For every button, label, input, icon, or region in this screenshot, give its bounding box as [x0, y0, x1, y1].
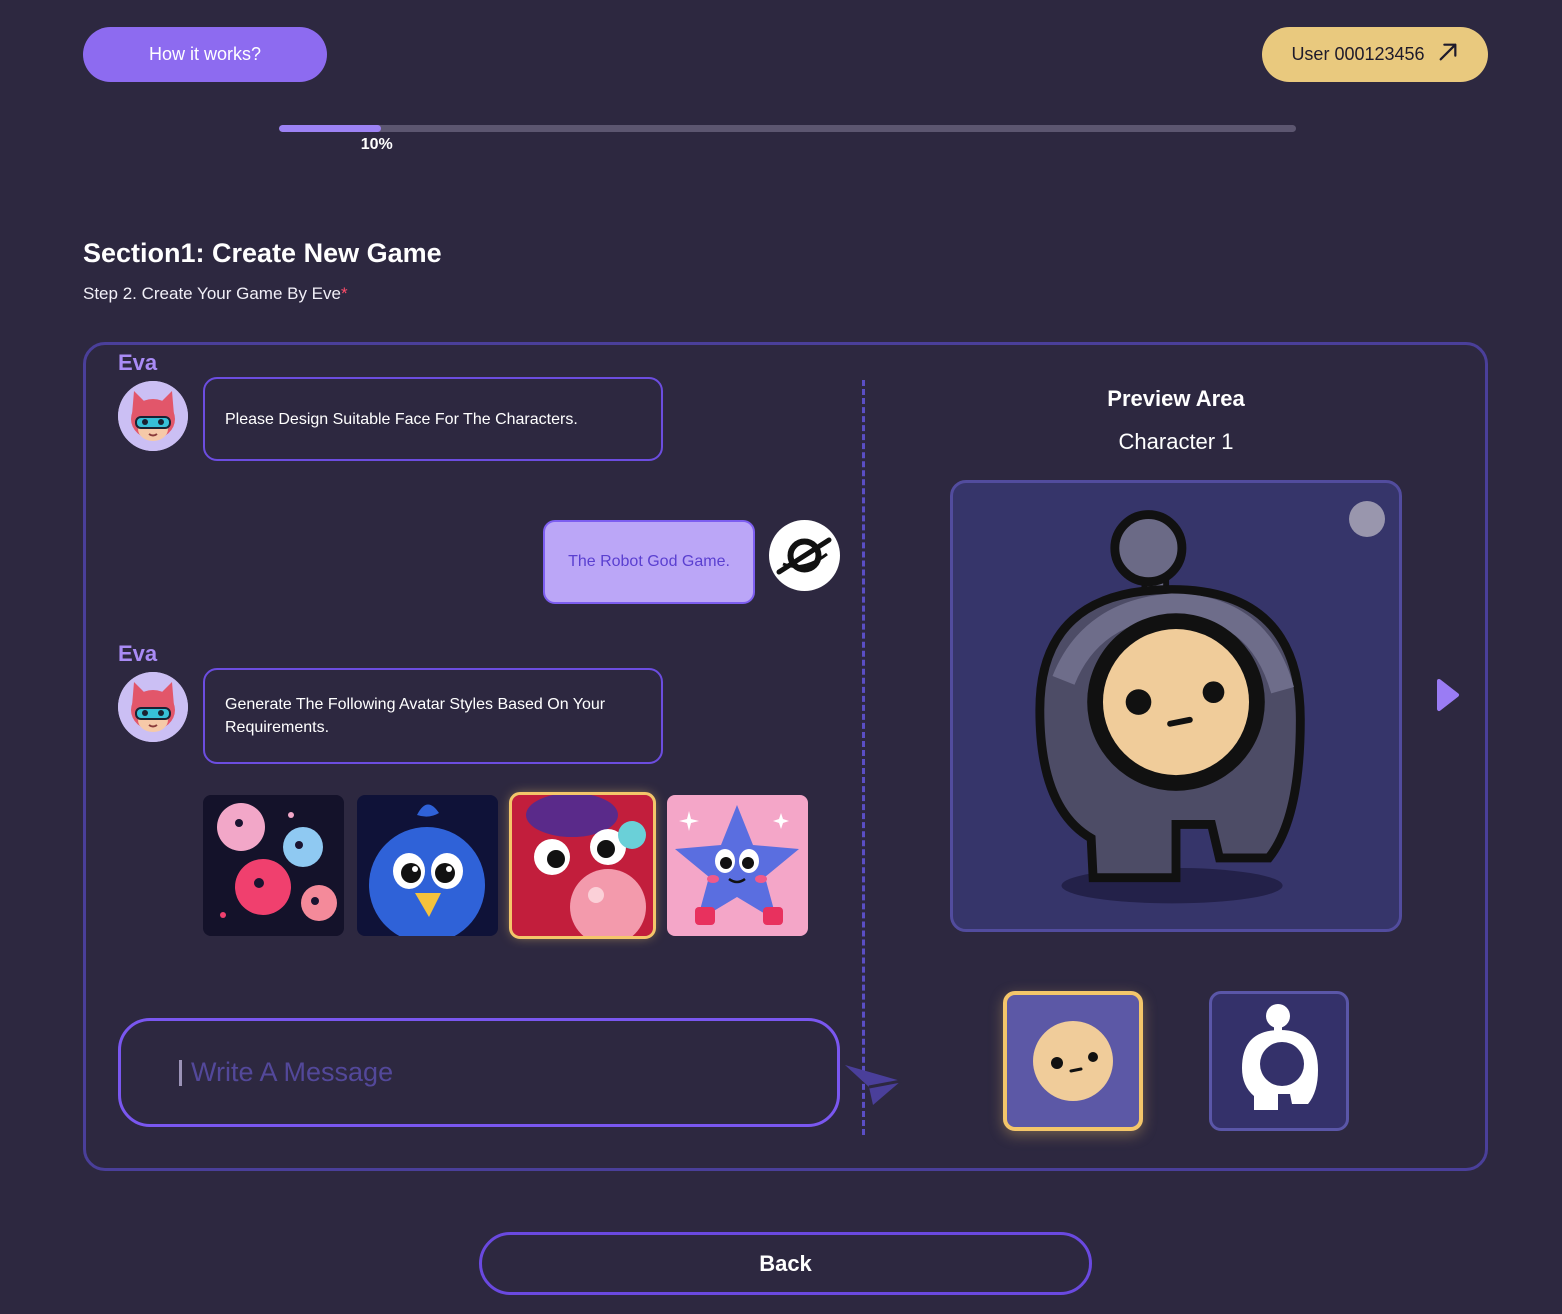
eva-sender-name: Eva	[118, 641, 158, 666]
message-input-box[interactable]	[118, 1018, 902, 1127]
user-message-bubble: The Robot God Game.	[543, 520, 755, 604]
send-icon[interactable]	[843, 1061, 903, 1107]
avatar-style-blue-star[interactable]	[667, 795, 808, 936]
progress-bar-fill	[279, 125, 381, 132]
robot-character-illustration	[1035, 510, 1305, 904]
eva-message-text: Generate The Following Avatar Styles Bas…	[225, 696, 606, 736]
avatar-style-ghost-blobs[interactable]	[203, 795, 344, 936]
character-body-option[interactable]	[1209, 991, 1349, 1131]
user-avatar	[769, 520, 840, 591]
user-account-button[interactable]: User 000123456	[1262, 27, 1488, 82]
eva-message-text: Please Design Suitable Face For The Char…	[225, 410, 578, 428]
required-mark: *	[340, 284, 348, 303]
section-title: Section1: Create New Game	[83, 238, 442, 268]
progress-bar	[279, 125, 1296, 132]
back-button[interactable]: Back	[479, 1232, 1092, 1295]
eva-avatar	[118, 381, 188, 451]
preview-area-title: Preview Area	[1107, 386, 1245, 411]
avatar-style-blue-bird[interactable]	[357, 795, 498, 936]
character-face-option[interactable]	[1003, 991, 1143, 1131]
panel-divider	[862, 380, 865, 1135]
eva-avatar	[118, 672, 188, 742]
step-label: Step 2. Create Your Game By Eve*	[83, 284, 348, 304]
eva-sender-name: Eva	[118, 350, 158, 375]
character-preview	[950, 480, 1402, 932]
eva-message-bubble: Please Design Suitable Face For The Char…	[203, 377, 663, 461]
avatar-style-red-bubble[interactable]	[509, 792, 656, 939]
status-dot	[1349, 501, 1385, 537]
character-name: Character 1	[1118, 429, 1234, 454]
user-message-text: The Robot God Game.	[568, 553, 730, 570]
message-input[interactable]	[191, 1057, 711, 1088]
how-it-works-button[interactable]: How it works?	[83, 27, 327, 82]
progress-percent: 10%	[360, 136, 393, 153]
text-caret	[179, 1059, 182, 1086]
user-id-label: User 000123456	[1291, 44, 1425, 64]
eva-message-bubble: Generate The Following Avatar Styles Bas…	[203, 668, 663, 764]
external-link-arrow-icon	[1437, 41, 1459, 68]
step-text: Step 2. Create Your Game By Eve	[83, 284, 341, 303]
next-character-arrow-icon[interactable]	[1436, 678, 1460, 712]
